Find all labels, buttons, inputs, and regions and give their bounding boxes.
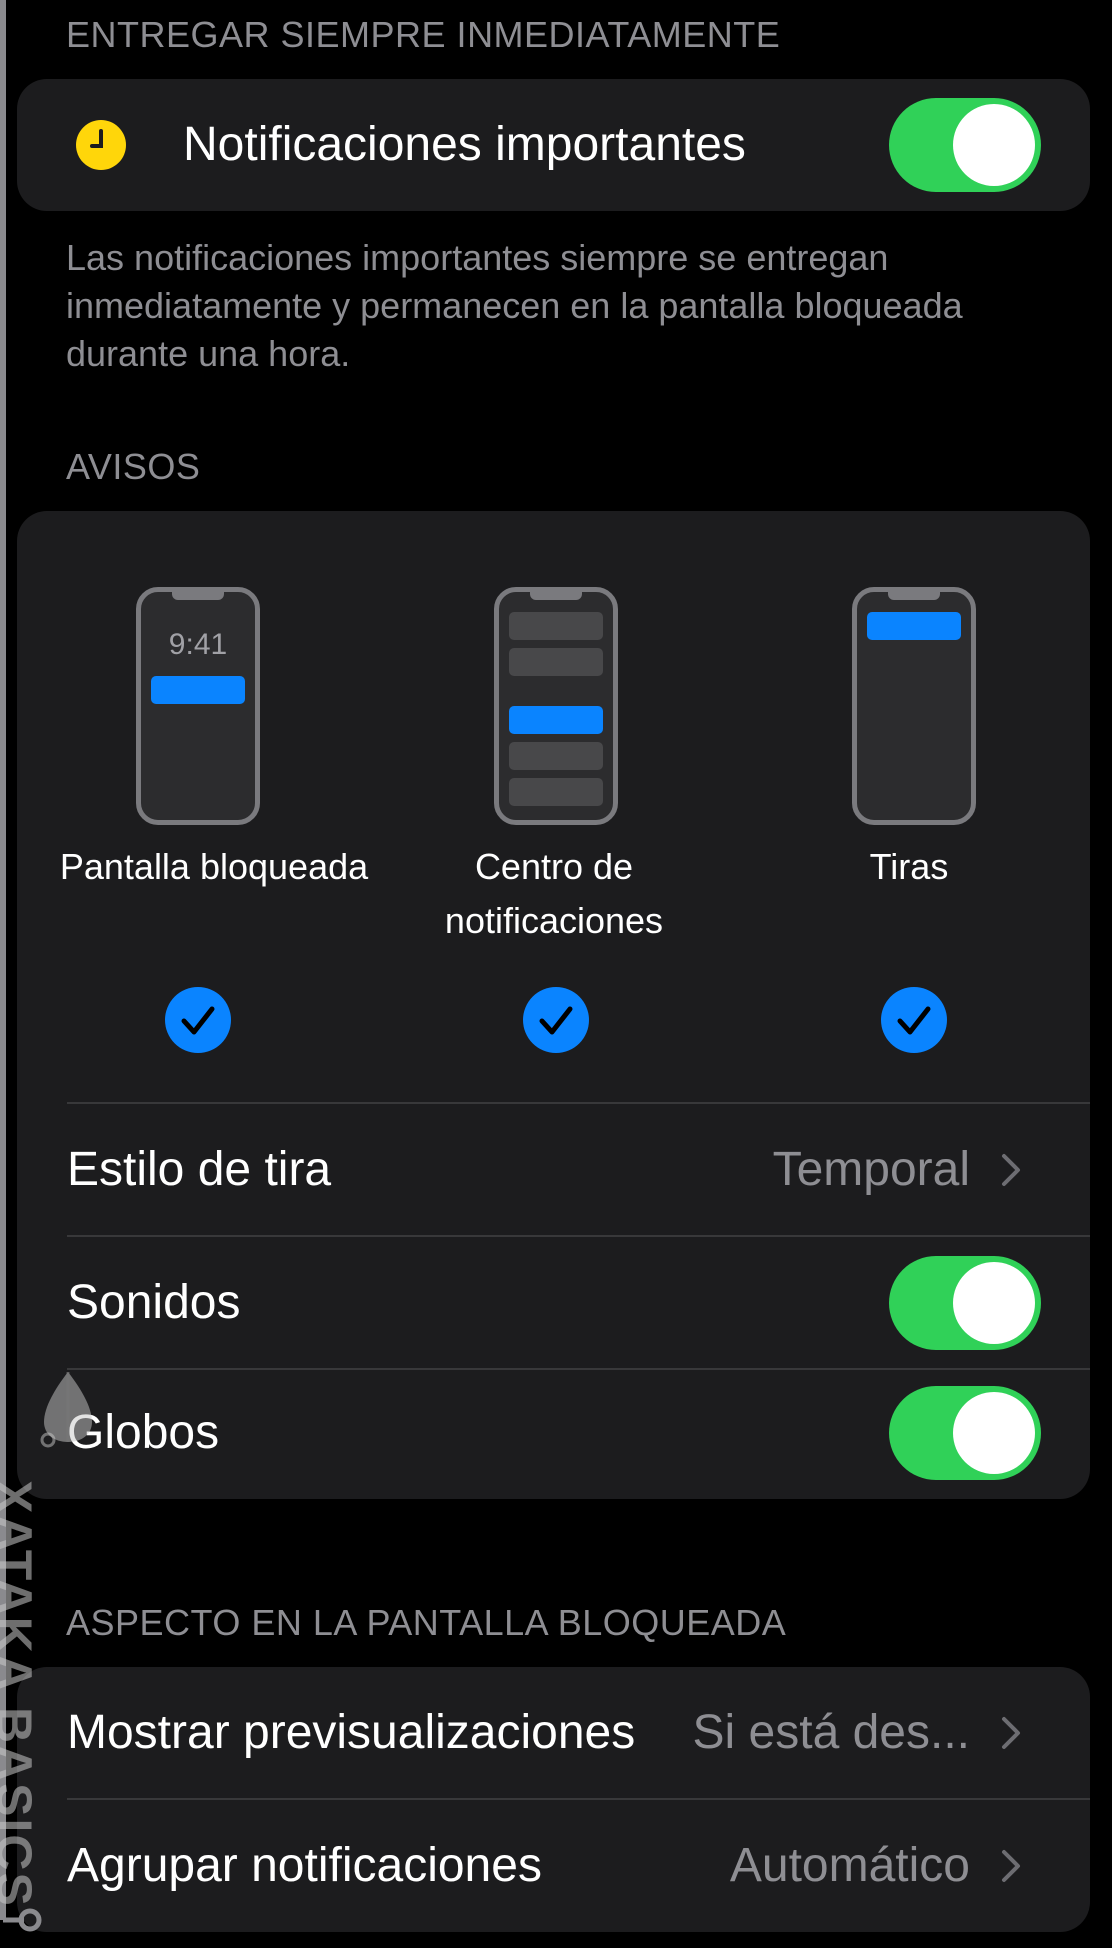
show-previews-value: Si está des... xyxy=(692,1706,970,1759)
toggle-knob xyxy=(953,1392,1035,1474)
clock-icon xyxy=(75,119,127,171)
badges-toggle[interactable] xyxy=(889,1386,1041,1480)
phone-notch xyxy=(172,592,224,600)
option-label-lock-screen: Pantalla bloqueada xyxy=(59,846,369,887)
toggle-knob xyxy=(953,1262,1035,1344)
lock-screen-card: Mostrar previsualizaciones Si está des..… xyxy=(17,1667,1090,1932)
phone-notch xyxy=(530,592,582,600)
sounds-row: Sonidos xyxy=(17,1237,1090,1369)
check-notification-center[interactable] xyxy=(523,987,589,1053)
notification-bar xyxy=(509,612,603,640)
lock-screen-phone-illustration: 9:41 xyxy=(136,587,260,825)
deliver-section-header: ENTREGAR SIEMPRE INMEDIATAMENTE xyxy=(66,14,781,55)
checkmark-icon xyxy=(897,1006,931,1035)
sounds-toggle[interactable] xyxy=(889,1256,1041,1350)
banner-style-row[interactable]: Estilo de tira Temporal xyxy=(17,1104,1090,1236)
checkmark-icon xyxy=(539,1006,573,1035)
important-notifications-card: Notificaciones importantes xyxy=(17,79,1090,211)
group-notifications-row[interactable]: Agrupar notificaciones Automático xyxy=(17,1800,1090,1932)
banner-style-label: Estilo de tira xyxy=(67,1143,332,1196)
notification-bar xyxy=(509,706,603,734)
notification-bar xyxy=(867,612,961,640)
chevron-right-icon xyxy=(1002,1717,1020,1749)
lock-screen-section-header: ASPECTO EN LA PANTALLA BLOQUEADA xyxy=(66,1602,787,1643)
alerts-card: 9:41 Pantalla bloqueada Centro de notifi… xyxy=(17,511,1090,1499)
important-notifications-toggle[interactable] xyxy=(889,98,1041,192)
toggle-knob xyxy=(953,104,1035,186)
notification-bar xyxy=(509,648,603,676)
check-lock-screen[interactable] xyxy=(165,987,231,1053)
checkmark-icon xyxy=(181,1006,215,1035)
sounds-label: Sonidos xyxy=(67,1276,241,1329)
notification-center-phone-illustration xyxy=(494,587,618,825)
banners-phone-illustration xyxy=(852,587,976,825)
important-notifications-label: Notificaciones importantes xyxy=(183,118,746,171)
check-banners[interactable] xyxy=(881,987,947,1053)
option-label-notification-center: Centro de notificaciones xyxy=(444,846,664,941)
badges-row: Globos xyxy=(17,1367,1090,1499)
option-label-banners: Tiras xyxy=(869,846,949,887)
notification-bar xyxy=(509,742,603,770)
phone-notch xyxy=(888,592,940,600)
alerts-section-header: AVISOS xyxy=(66,446,201,487)
watermark-logo-icon xyxy=(40,1372,92,1448)
show-previews-row[interactable]: Mostrar previsualizaciones Si está des..… xyxy=(17,1667,1090,1799)
banner-style-value: Temporal xyxy=(772,1143,970,1196)
important-notifications-description: Las notificaciones importantes siempre s… xyxy=(66,237,963,374)
watermark-text: XATAKA BASICS xyxy=(0,1480,42,1908)
chevron-right-icon xyxy=(1002,1850,1020,1882)
lock-screen-time: 9:41 xyxy=(168,628,228,661)
show-previews-label: Mostrar previsualizaciones xyxy=(67,1706,636,1759)
group-notifications-value: Automático xyxy=(729,1839,970,1892)
chevron-right-icon xyxy=(1002,1154,1020,1186)
group-notifications-label: Agrupar notificaciones xyxy=(67,1839,542,1892)
notification-bar xyxy=(509,778,603,806)
notification-bar xyxy=(151,676,245,704)
